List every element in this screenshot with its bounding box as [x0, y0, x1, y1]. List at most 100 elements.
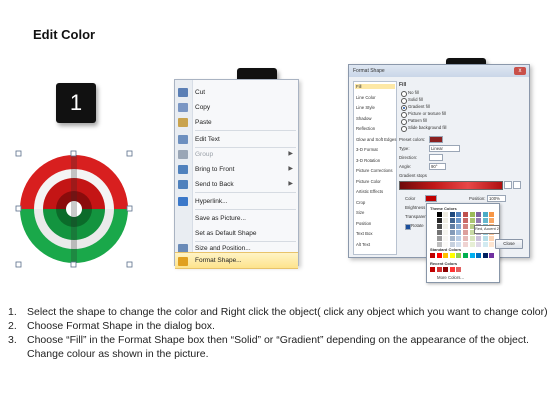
- color-swatch[interactable]: [476, 236, 482, 241]
- color-swatch[interactable]: [430, 224, 435, 229]
- remove-stop-icon[interactable]: [513, 181, 521, 189]
- category-item[interactable]: Position: [356, 221, 371, 226]
- color-swatch[interactable]: [436, 230, 442, 235]
- color-swatch[interactable]: [482, 236, 488, 241]
- color-swatch[interactable]: [489, 212, 495, 217]
- fill-radio[interactable]: [401, 119, 407, 125]
- color-swatch[interactable]: [463, 212, 468, 217]
- category-item[interactable]: Picture Color: [356, 179, 381, 184]
- color-swatch[interactable]: [443, 224, 449, 229]
- color-swatch[interactable]: [430, 253, 435, 258]
- angle-input[interactable]: 90°: [429, 163, 446, 170]
- color-swatch[interactable]: [436, 267, 442, 272]
- color-swatch[interactable]: [456, 230, 462, 235]
- fill-radio[interactable]: [401, 126, 407, 132]
- color-swatch[interactable]: [482, 253, 488, 258]
- color-swatch[interactable]: [456, 218, 462, 223]
- fill-radio[interactable]: [401, 91, 407, 97]
- menu-item[interactable]: Send to Back ▶: [175, 176, 298, 193]
- color-swatch[interactable]: [476, 212, 482, 217]
- color-swatch[interactable]: [443, 218, 449, 223]
- color-swatch[interactable]: [436, 212, 442, 217]
- target-shape[interactable]: [15, 150, 133, 268]
- color-swatch[interactable]: [456, 253, 462, 258]
- color-picker-button[interactable]: [425, 195, 437, 202]
- menu-item[interactable]: Paste: [175, 114, 298, 131]
- color-swatch[interactable]: [449, 253, 455, 258]
- color-swatch[interactable]: [436, 253, 442, 258]
- color-swatch[interactable]: [482, 218, 488, 223]
- color-swatch[interactable]: [476, 253, 482, 258]
- category-item[interactable]: Shadow: [356, 116, 372, 121]
- category-item[interactable]: Text Box: [356, 231, 372, 236]
- color-swatch[interactable]: [456, 212, 462, 217]
- color-swatch[interactable]: [463, 224, 468, 229]
- color-swatch[interactable]: [443, 212, 449, 217]
- category-item[interactable]: Reflection: [356, 126, 375, 131]
- color-swatch[interactable]: [489, 242, 495, 247]
- color-swatch[interactable]: [449, 212, 455, 217]
- category-item[interactable]: Size: [356, 210, 364, 215]
- category-item[interactable]: Line Color: [356, 95, 376, 100]
- color-swatch[interactable]: [449, 230, 455, 235]
- preset-colors-dropdown[interactable]: [429, 136, 443, 143]
- color-swatch[interactable]: [449, 236, 455, 241]
- color-swatch[interactable]: [463, 242, 468, 247]
- color-swatch[interactable]: [469, 218, 475, 223]
- category-item[interactable]: Line Style: [356, 105, 375, 110]
- dialog-close-icon[interactable]: x: [514, 67, 526, 75]
- add-stop-icon[interactable]: [504, 181, 512, 189]
- category-item[interactable]: Artistic Effects: [356, 189, 383, 194]
- color-swatch[interactable]: [443, 230, 449, 235]
- category-item[interactable]: Crop: [356, 200, 365, 205]
- color-swatch[interactable]: [469, 253, 475, 258]
- color-swatch[interactable]: [482, 212, 488, 217]
- color-swatch[interactable]: [430, 236, 435, 241]
- color-swatch[interactable]: [443, 267, 449, 272]
- menu-item[interactable]: Hyperlink...: [175, 193, 298, 210]
- color-swatch[interactable]: [489, 218, 495, 223]
- color-swatch[interactable]: [456, 236, 462, 241]
- color-swatch[interactable]: [430, 230, 435, 235]
- type-select[interactable]: Linear: [429, 145, 460, 152]
- color-swatch[interactable]: [449, 267, 455, 272]
- color-swatch[interactable]: [443, 236, 449, 241]
- gradient-stops-bar[interactable]: [399, 181, 503, 190]
- color-swatch[interactable]: [463, 253, 468, 258]
- direction-dropdown[interactable]: [429, 154, 443, 161]
- more-colors-link[interactable]: More Colors...: [437, 275, 464, 280]
- position-input[interactable]: 100%: [487, 195, 506, 202]
- color-swatch[interactable]: [489, 253, 495, 258]
- color-swatch[interactable]: [436, 218, 442, 223]
- close-button[interactable]: Close: [495, 239, 523, 249]
- menu-item[interactable]: Format Shape...: [175, 252, 298, 269]
- color-swatch[interactable]: [463, 230, 468, 235]
- color-swatch[interactable]: [449, 218, 455, 223]
- fill-radio[interactable]: [401, 105, 407, 111]
- color-swatch[interactable]: [469, 212, 475, 217]
- color-swatch[interactable]: [436, 224, 442, 229]
- color-swatch[interactable]: [456, 267, 462, 272]
- category-item[interactable]: Fill: [355, 84, 395, 89]
- category-item[interactable]: Alt Text: [356, 242, 370, 247]
- color-swatch[interactable]: [476, 242, 482, 247]
- category-item[interactable]: 3-D Format: [356, 147, 378, 152]
- color-swatch[interactable]: [443, 253, 449, 258]
- color-swatch[interactable]: [449, 224, 455, 229]
- color-swatch[interactable]: [469, 236, 475, 241]
- fill-radio[interactable]: [401, 98, 407, 104]
- color-swatch[interactable]: [482, 242, 488, 247]
- color-swatch[interactable]: [436, 236, 442, 241]
- color-swatch[interactable]: [469, 242, 475, 247]
- color-swatch[interactable]: [463, 218, 468, 223]
- color-swatch[interactable]: [463, 236, 468, 241]
- color-swatch[interactable]: [430, 267, 435, 272]
- color-swatch[interactable]: [456, 224, 462, 229]
- category-item[interactable]: Glow and Soft Edges: [356, 137, 396, 142]
- category-item[interactable]: Picture Corrections: [356, 168, 393, 173]
- color-swatch[interactable]: [476, 218, 482, 223]
- color-swatch[interactable]: [489, 236, 495, 241]
- color-swatch[interactable]: [430, 218, 435, 223]
- category-item[interactable]: 3-D Rotation: [356, 158, 380, 163]
- fill-radio[interactable]: [401, 112, 407, 118]
